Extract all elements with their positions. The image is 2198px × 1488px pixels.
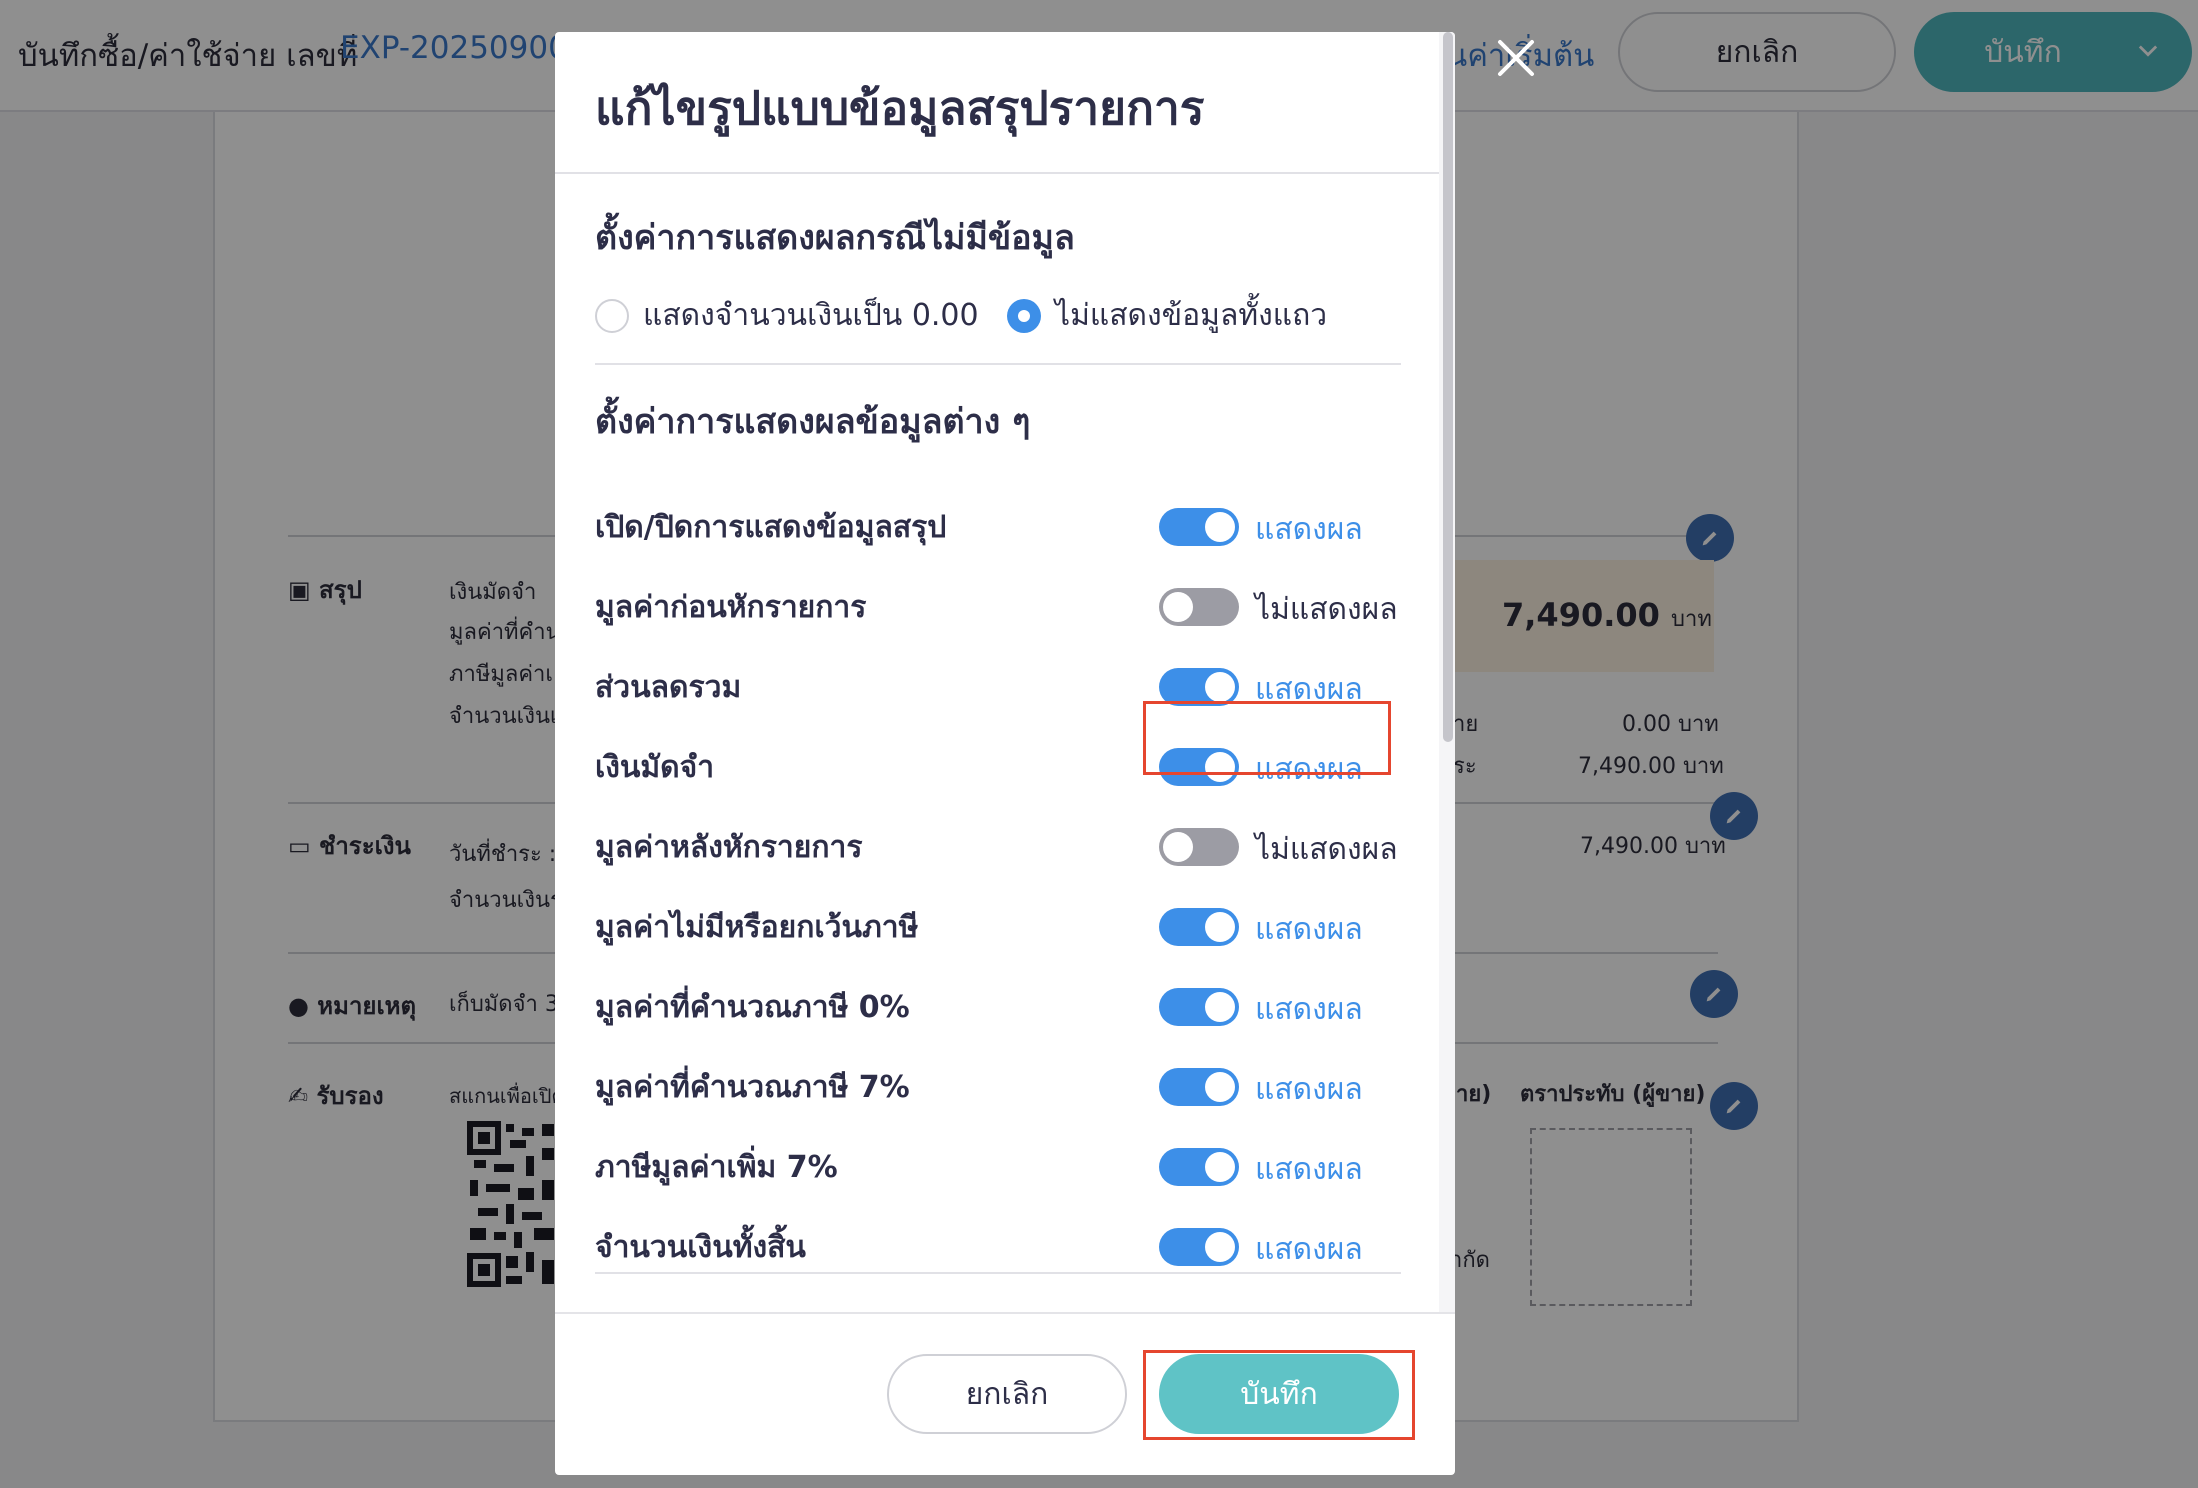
display-toggle[interactable] <box>1159 908 1239 946</box>
display-toggle[interactable] <box>1159 1148 1239 1186</box>
fields-section-title: ตั้งค่าการแสดงผลข้อมูลต่าง ๆ <box>595 402 1031 442</box>
toggle-knob <box>1205 1152 1235 1182</box>
toggle-knob <box>1205 912 1235 942</box>
toggle-knob <box>1205 992 1235 1022</box>
radio-show-zero[interactable]: แสดงจำนวนเงินเป็น 0.00 <box>595 292 979 339</box>
deposit-row-highlight <box>1143 701 1391 775</box>
toggle-knob <box>1163 592 1193 622</box>
header-divider <box>555 172 1439 174</box>
display-setting-row: เปิด/ปิดการแสดงข้อมูลสรุป แสดงผล <box>595 496 1401 552</box>
radio-hide-row[interactable]: ไม่แสดงข้อมูลทั้งแถว <box>1007 292 1327 339</box>
display-setting-row: มูลค่าไม่มีหรือยกเว้นภาษี แสดงผล <box>595 896 1401 952</box>
toggle-knob <box>1205 512 1235 542</box>
row-label: มูลค่าที่คำนวณภาษี 0% <box>595 990 910 1025</box>
section-divider <box>595 363 1401 365</box>
save-button-highlight <box>1143 1350 1415 1440</box>
display-toggle[interactable] <box>1159 1228 1239 1266</box>
toggle-state-label: ไม่แสดงผล <box>1255 592 1398 627</box>
display-setting-row: จำนวนเงินทั้งสิ้น แสดงผล <box>595 1216 1401 1272</box>
radio-button[interactable] <box>595 298 629 333</box>
modal-scrollbar[interactable] <box>1439 32 1455 1312</box>
display-setting-row: มูลค่าหลังหักรายการ ไม่แสดงผล <box>595 816 1401 872</box>
row-label: ส่วนลดรวม <box>595 670 742 705</box>
toggle-knob <box>1205 1072 1235 1102</box>
row-label: มูลค่าไม่มีหรือยกเว้นภาษี <box>595 910 919 945</box>
row-label: มูลค่าหลังหักรายการ <box>595 830 863 865</box>
row-label: จำนวนเงินทั้งสิ้น <box>595 1230 806 1265</box>
display-toggle[interactable] <box>1159 828 1239 866</box>
toggle-state-label: แสดงผล <box>1255 1072 1363 1107</box>
row-label: เปิด/ปิดการแสดงข้อมูลสรุป <box>595 510 947 545</box>
display-toggle[interactable] <box>1159 508 1239 546</box>
toggle-knob <box>1163 832 1193 862</box>
row-label: มูลค่าที่คำนวณภาษี 7% <box>595 1070 910 1105</box>
toggle-knob <box>1205 1232 1235 1262</box>
display-setting-row: มูลค่าก่อนหักรายการ ไม่แสดงผล <box>595 576 1401 632</box>
toggle-state-label: ไม่แสดงผล <box>1255 832 1398 867</box>
display-toggle[interactable] <box>1159 588 1239 626</box>
section-divider <box>595 1272 1401 1274</box>
display-toggle[interactable] <box>1159 988 1239 1026</box>
toggle-state-label: แสดงผล <box>1255 912 1363 947</box>
radio-button-selected[interactable] <box>1007 298 1041 333</box>
display-toggle[interactable] <box>1159 1068 1239 1106</box>
row-label: มูลค่าก่อนหักรายการ <box>595 590 867 625</box>
edit-summary-format-modal: แก้ไขรูปแบบข้อมูลสรุปรายการ ตั้งค่าการแส… <box>555 32 1455 1475</box>
scrollbar-thumb[interactable] <box>1443 32 1453 742</box>
empty-data-section-title: ตั้งค่าการแสดงผลกรณีไม่มีข้อมูล <box>595 218 1075 258</box>
toggle-state-label: แสดงผล <box>1255 512 1363 547</box>
close-icon[interactable] <box>1488 30 1544 86</box>
toggle-knob <box>1205 672 1235 702</box>
display-setting-row: มูลค่าที่คำนวณภาษี 0% แสดงผล <box>595 976 1401 1032</box>
display-setting-row: ภาษีมูลค่าเพิ่ม 7% แสดงผล <box>595 1136 1401 1192</box>
radio-label: แสดงจำนวนเงินเป็น 0.00 <box>643 298 979 333</box>
toggle-state-label: แสดงผล <box>1255 992 1363 1027</box>
toggle-state-label: แสดงผล <box>1255 1152 1363 1187</box>
footer-divider <box>555 1312 1455 1314</box>
toggle-state-label: แสดงผล <box>1255 1232 1363 1267</box>
row-label: เงินมัดจำ <box>595 750 715 785</box>
row-label: ภาษีมูลค่าเพิ่ม 7% <box>595 1150 838 1185</box>
radio-label: ไม่แสดงข้อมูลทั้งแถว <box>1055 298 1328 333</box>
modal-title: แก้ไขรูปแบบข้อมูลสรุปรายการ <box>595 81 1205 135</box>
display-setting-row: มูลค่าที่คำนวณภาษี 7% แสดงผล <box>595 1056 1401 1112</box>
cancel-button[interactable]: ยกเลิก <box>887 1354 1127 1434</box>
